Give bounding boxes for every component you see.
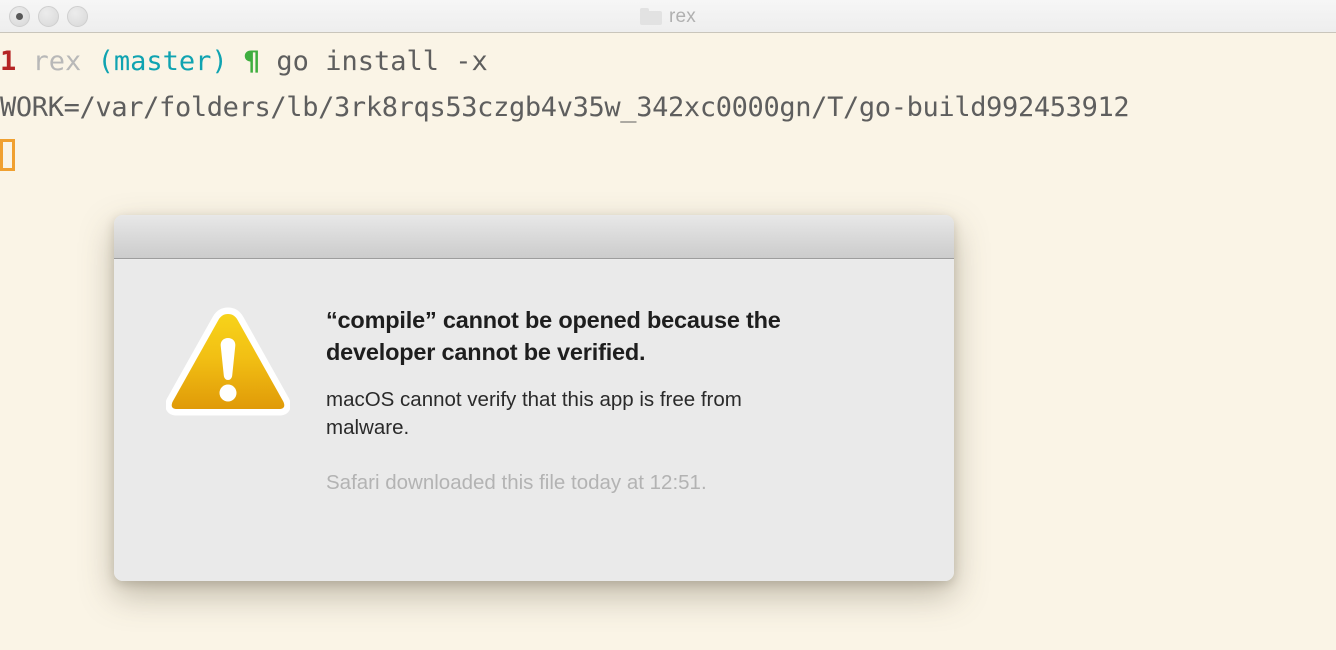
caution-exclamation-dot [219,384,237,402]
prompt-space-2 [81,46,97,77]
prompt-git-branch: (master) [97,46,228,77]
window-title: rex [669,5,696,27]
terminal-cursor-line [0,131,15,177]
dialog-content: “compile” cannot be opened because the d… [114,260,954,581]
prompt-space-3 [228,46,244,77]
folder-icon [640,8,662,25]
block-cursor [0,138,15,171]
window-titlebar: rex [0,0,1336,33]
prompt-directory: rex [32,46,82,77]
dialog-message: macOS cannot verify that this app is fre… [326,388,742,439]
window-title-group: rex [0,0,1336,33]
dialog-titlebar[interactable] [114,215,954,259]
caution-triangle-icon [166,305,290,418]
terminal-output-line: WORK=/var/folders/lb/3rk8rqs53czgb4v35w_… [0,92,1130,123]
terminal-window: rex 1 rex (master) ¶ go install -x WORK=… [0,0,1336,650]
terminal-prompt-line: 1 rex (master) ¶ go install -x [0,39,488,85]
prompt-exit-code: 1 [0,46,17,77]
dialog-subtext: Safari downloaded this file today at 12:… [326,471,707,494]
prompt-command: go install -x [276,46,488,77]
prompt-space-1 [16,46,32,77]
folder-icon-body [640,11,662,25]
gatekeeper-dialog: “compile” cannot be opened because the d… [114,215,954,581]
prompt-pilcrow-icon: ¶ [243,46,261,77]
dialog-headline: “compile” cannot be opened because the d… [326,307,781,365]
prompt-space-4 [260,46,276,77]
